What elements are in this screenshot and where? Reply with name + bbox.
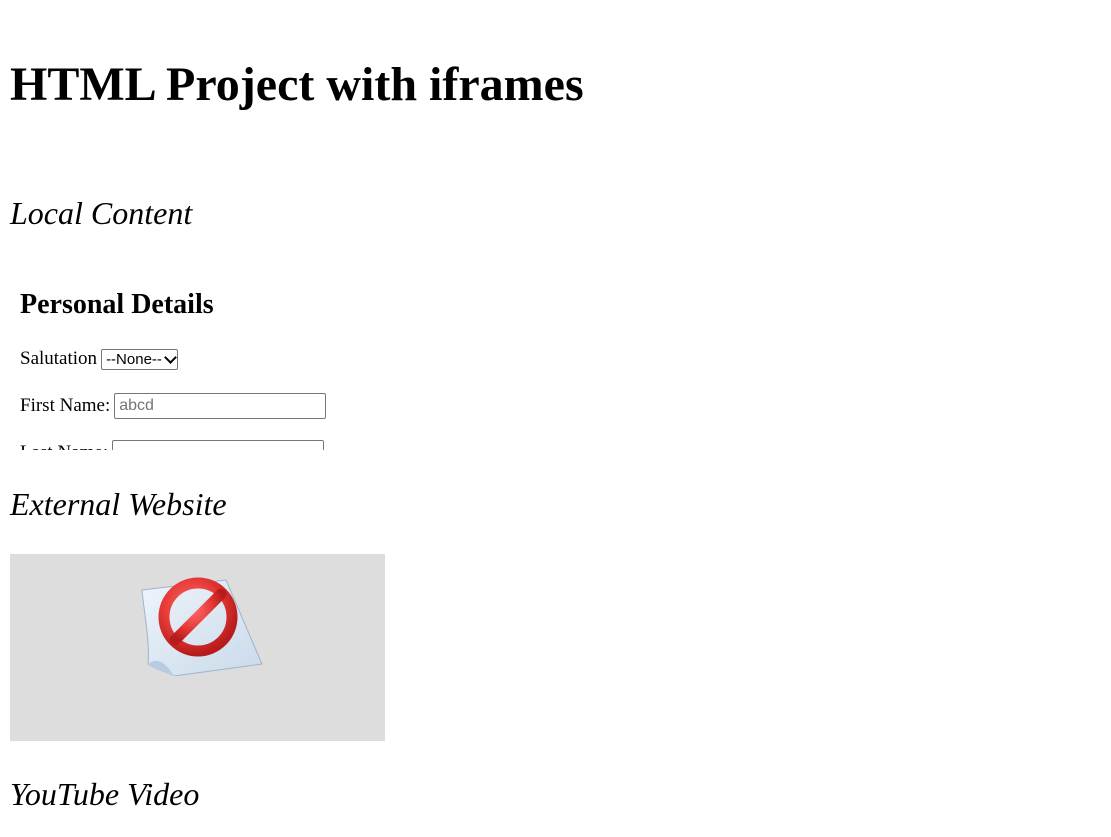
salutation-selected-value: --None-- (106, 350, 162, 368)
youtube-video-heading: YouTube Video (10, 776, 200, 812)
last-name-input[interactable] (112, 440, 325, 450)
local-content-iframe[interactable]: Personal Details Salutation --None-- Fir… (10, 270, 385, 450)
salutation-row: Salutation --None-- (20, 346, 178, 372)
first-name-label: First Name: (20, 395, 111, 416)
last-name-label: Last Name: (20, 442, 108, 450)
first-name-row: First Name: (20, 393, 327, 419)
page-title: HTML Project with iframes (10, 58, 584, 111)
blocked-page-icon (141, 577, 263, 676)
external-website-iframe[interactable] (10, 554, 385, 741)
local-content-heading: Local Content (10, 195, 193, 231)
chevron-down-icon (164, 350, 177, 364)
salutation-label: Salutation (20, 348, 98, 369)
last-name-row: Last Name: (20, 440, 325, 450)
external-website-heading: External Website (10, 486, 227, 522)
first-name-input[interactable] (114, 393, 327, 419)
personal-details-heading: Personal Details (20, 289, 214, 320)
salutation-select[interactable]: --None-- (101, 348, 178, 370)
page: HTML Project with iframes Local Content … (0, 0, 1111, 837)
